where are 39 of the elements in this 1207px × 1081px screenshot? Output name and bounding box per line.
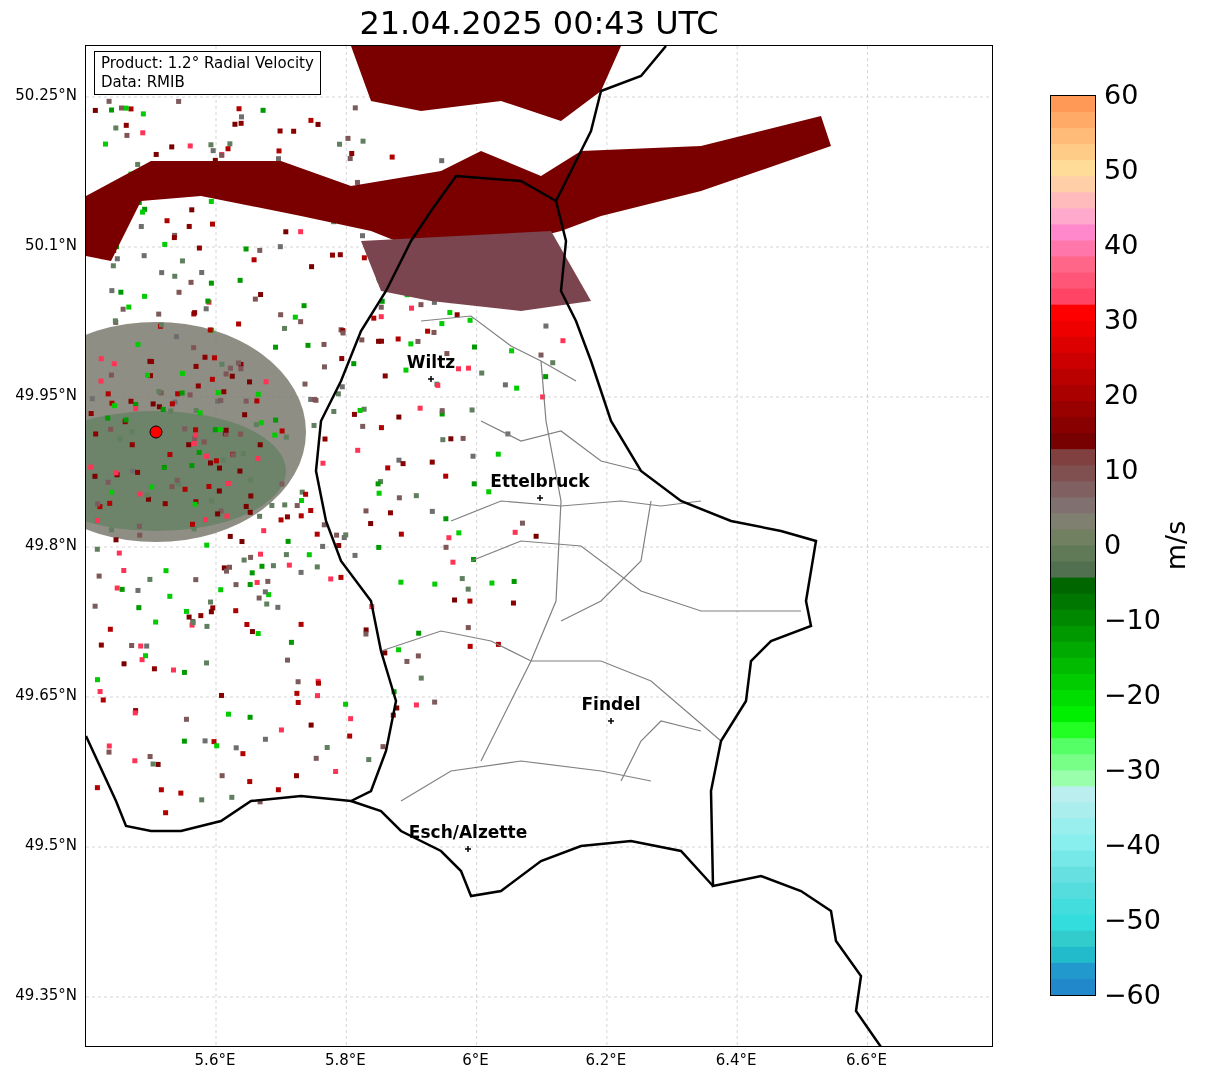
location-marker: [536, 494, 544, 502]
colorbar-tick-label: −60: [1104, 981, 1161, 1008]
chart-title: 21.04.2025 00:43 UTC: [358, 6, 720, 39]
y-tick-label: 49.5°N: [24, 838, 77, 853]
colorbar-label: m/s: [1162, 520, 1190, 571]
location-marker: [464, 845, 472, 853]
colorbar-tick-label: −50: [1104, 906, 1161, 933]
colorbar-tick-label: 60: [1104, 81, 1139, 108]
x-tick-label: 6.6°E: [846, 1053, 887, 1068]
colorbar-tick-label: 20: [1104, 381, 1139, 408]
colorbar-tick-label: 50: [1104, 156, 1139, 183]
y-tick-label: 49.65°N: [15, 688, 77, 703]
x-tick-label: 6.2°E: [585, 1053, 627, 1068]
location-marker: [427, 375, 435, 383]
colorbar-tick-label: 10: [1104, 456, 1139, 483]
place-label: Findel: [581, 696, 641, 713]
y-tick-label: 50.1°N: [24, 238, 77, 253]
radar-site-marker: [149, 425, 163, 439]
colorbar-tick-label: −40: [1104, 831, 1161, 858]
place-label: Wiltz: [406, 354, 456, 371]
y-tick-label: 49.35°N: [15, 988, 77, 1003]
x-tick-label: 6°E: [462, 1053, 489, 1068]
info-text: Data: RMIB: [101, 73, 186, 92]
colorbar-tick-label: 40: [1104, 231, 1139, 258]
x-tick-label: 5.8°E: [324, 1053, 366, 1068]
y-tick-label: 49.8°N: [24, 538, 77, 553]
colorbar-tick-label: 0: [1104, 531, 1122, 558]
colorbar-tick-label: −10: [1104, 606, 1161, 633]
y-tick-label: 50.25°N: [15, 88, 77, 103]
x-tick-label: 6.4°E: [715, 1053, 757, 1068]
location-marker: [607, 717, 615, 725]
y-tick-label: 49.95°N: [15, 388, 77, 403]
x-tick-label: 5.6°E: [194, 1053, 236, 1068]
colorbar-tick-label: 30: [1104, 306, 1139, 333]
place-label: Ettelbruck: [490, 473, 590, 490]
info-text: Product: 1.2° Radial Velocity: [101, 54, 314, 73]
colorbar-tick-label: −20: [1104, 681, 1161, 708]
place-label: Esch/Alzette: [408, 824, 528, 841]
colorbar-tick-label: −30: [1104, 756, 1161, 783]
